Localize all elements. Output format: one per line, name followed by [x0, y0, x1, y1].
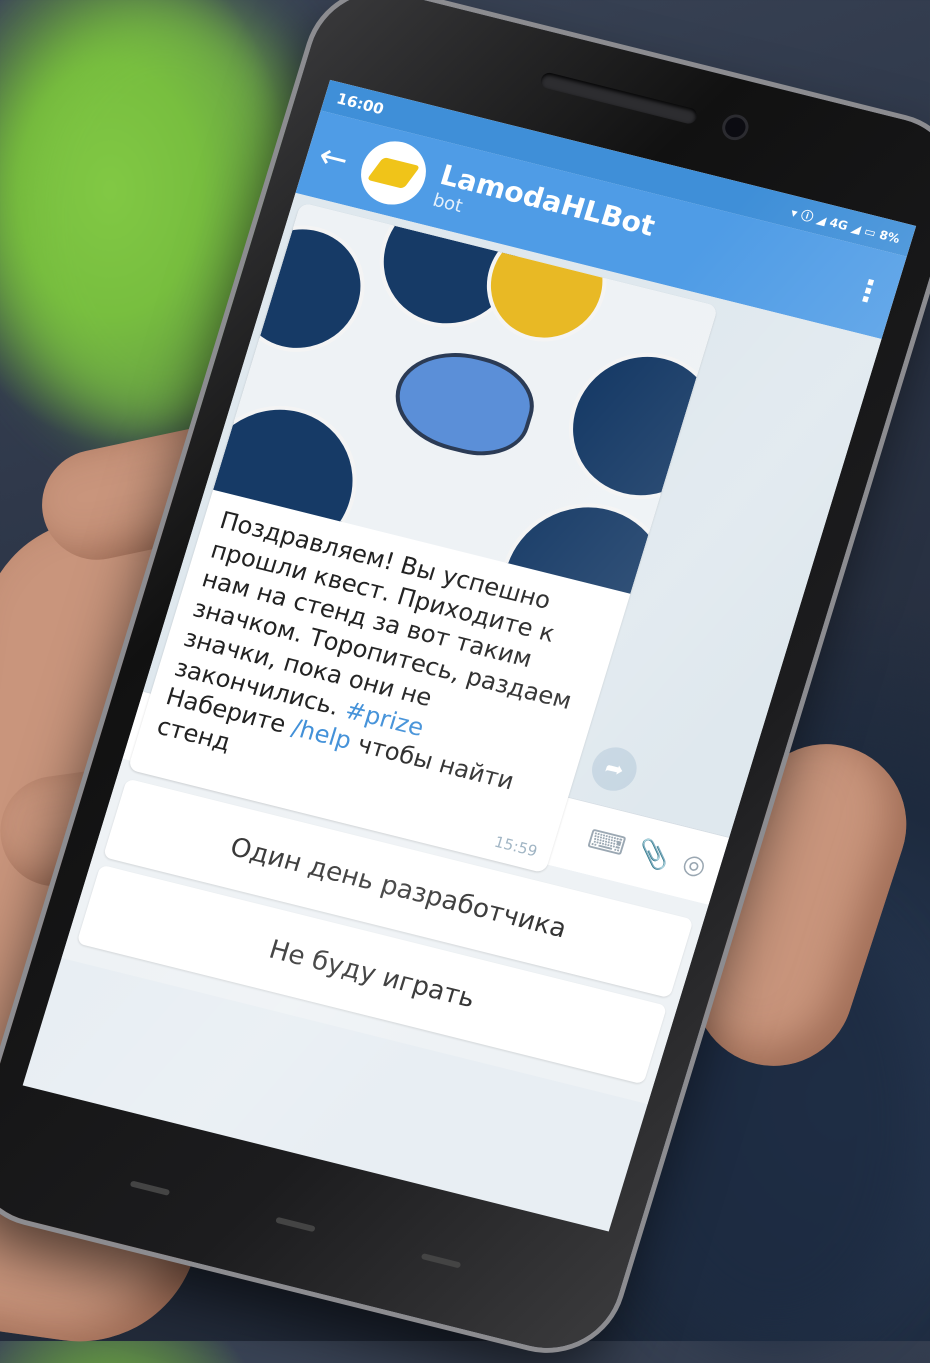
keyboard-icon[interactable]: ⌨	[584, 824, 629, 862]
bot-logo-icon	[366, 157, 421, 189]
front-camera	[722, 115, 748, 140]
attach-icon[interactable]: 📎	[634, 837, 674, 874]
earpiece	[538, 71, 699, 126]
nav-home-icon	[275, 1216, 316, 1233]
share-icon[interactable]: ➦	[586, 742, 643, 796]
camera-icon[interactable]: ◎	[679, 848, 710, 882]
sticker-image	[550, 337, 719, 515]
nav-back-icon	[420, 1253, 462, 1269]
nav-menu-icon	[129, 1180, 171, 1196]
status-time: 16:00	[334, 89, 386, 119]
elephant-pin-image	[387, 344, 541, 462]
